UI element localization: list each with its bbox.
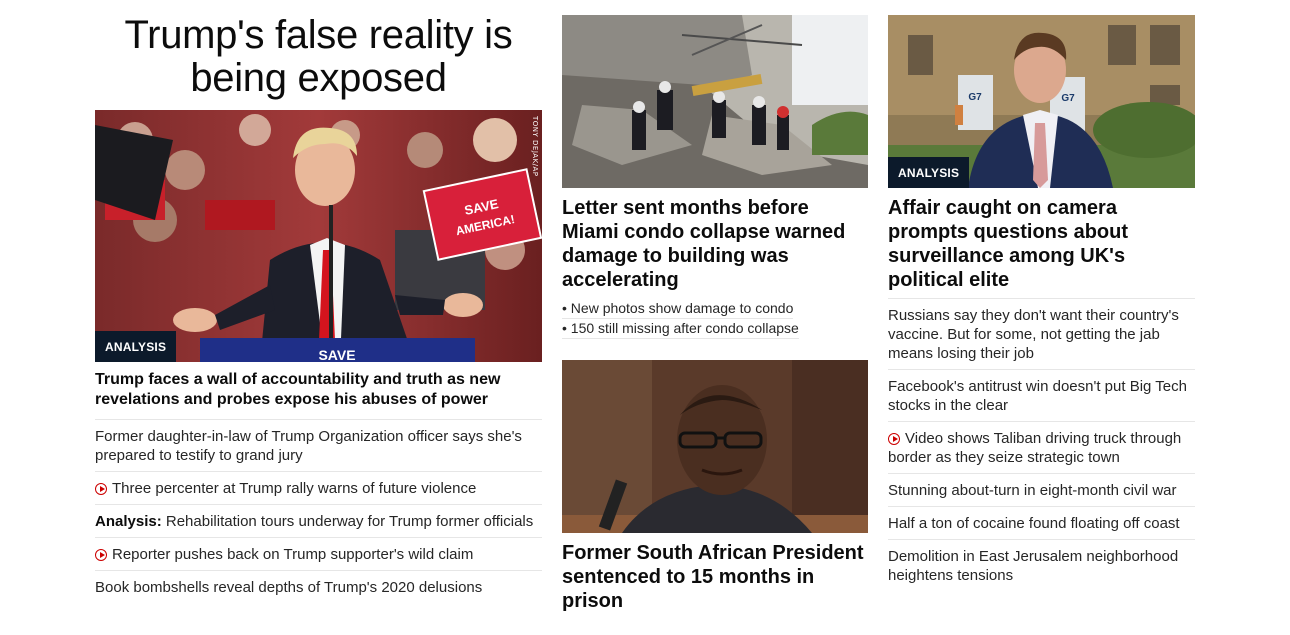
trump-rally-photo[interactable]: SAVE AMERICA! SAVE TONY DEJAK/AP ANALYSI… (95, 110, 542, 362)
analysis-badge: ANALYSIS (888, 157, 970, 188)
trump-rally-illustration: SAVE AMERICA! SAVE (95, 110, 542, 362)
condo-related-links: • New photos show damage to condo • 150 … (562, 300, 868, 340)
list-item[interactable]: Reporter pushes back on Trump supporter'… (95, 538, 542, 571)
list-item[interactable]: Three percenter at Trump rally warns of … (95, 472, 542, 505)
related-stories-list: Russians say they don't want their count… (888, 298, 1195, 591)
g7-photo[interactable]: G7 G7 ANALYSIS (888, 15, 1195, 188)
g7-sign-text: G7 (968, 92, 982, 103)
banner-headline[interactable]: Trump's false reality is being exposed (95, 14, 542, 110)
list-item[interactable]: Analysis: Rehabilitation tours underway … (95, 505, 542, 538)
middle-column: Letter sent months before Miami condo co… (562, 0, 868, 613)
lead-column: Trump's false reality is being exposed S… (95, 0, 542, 603)
zuma-photo[interactable] (562, 360, 868, 533)
podium-text: SAVE (318, 347, 355, 362)
bullet-link[interactable]: • New photos show damage to condo (562, 300, 794, 319)
play-icon (888, 433, 900, 445)
right-column: G7 G7 ANALYSIS Affair caught on camera p… (888, 0, 1195, 591)
svg-text:G7: G7 (1061, 93, 1075, 104)
analysis-label: Analysis: (95, 513, 162, 530)
bullet-link[interactable]: • 150 still missing after condo collapse (562, 320, 799, 339)
lead-headline[interactable]: Trump faces a wall of accountability and… (95, 362, 542, 420)
list-item[interactable]: Demolition in East Jerusalem neighborhoo… (888, 540, 1195, 591)
list-item[interactable]: Former daughter-in-law of Trump Organiza… (95, 420, 542, 472)
list-item[interactable]: Russians say they don't want their count… (888, 298, 1195, 370)
play-icon (95, 483, 107, 495)
list-item[interactable]: Facebook's antitrust win doesn't put Big… (888, 370, 1195, 422)
list-item[interactable]: Video shows Taliban driving truck throug… (888, 422, 1195, 474)
condo-headline[interactable]: Letter sent months before Miami condo co… (562, 196, 868, 292)
list-item[interactable]: Stunning about-turn in eight-month civil… (888, 474, 1195, 507)
list-item[interactable]: Book bombshells reveal depths of Trump's… (95, 571, 542, 603)
zuma-headline[interactable]: Former South African President sentenced… (562, 541, 868, 613)
play-icon (95, 549, 107, 561)
photo-credit: TONY DEJAK/AP (531, 116, 539, 177)
affair-headline[interactable]: Affair caught on camera prompts question… (888, 196, 1195, 292)
condo-collapse-photo[interactable] (562, 15, 868, 188)
zuma-illustration (562, 360, 868, 533)
condo-rubble-illustration (562, 15, 868, 188)
related-stories-list: Former daughter-in-law of Trump Organiza… (95, 420, 542, 603)
list-item[interactable]: Half a ton of cocaine found floating off… (888, 507, 1195, 540)
analysis-badge: ANALYSIS (95, 331, 177, 362)
